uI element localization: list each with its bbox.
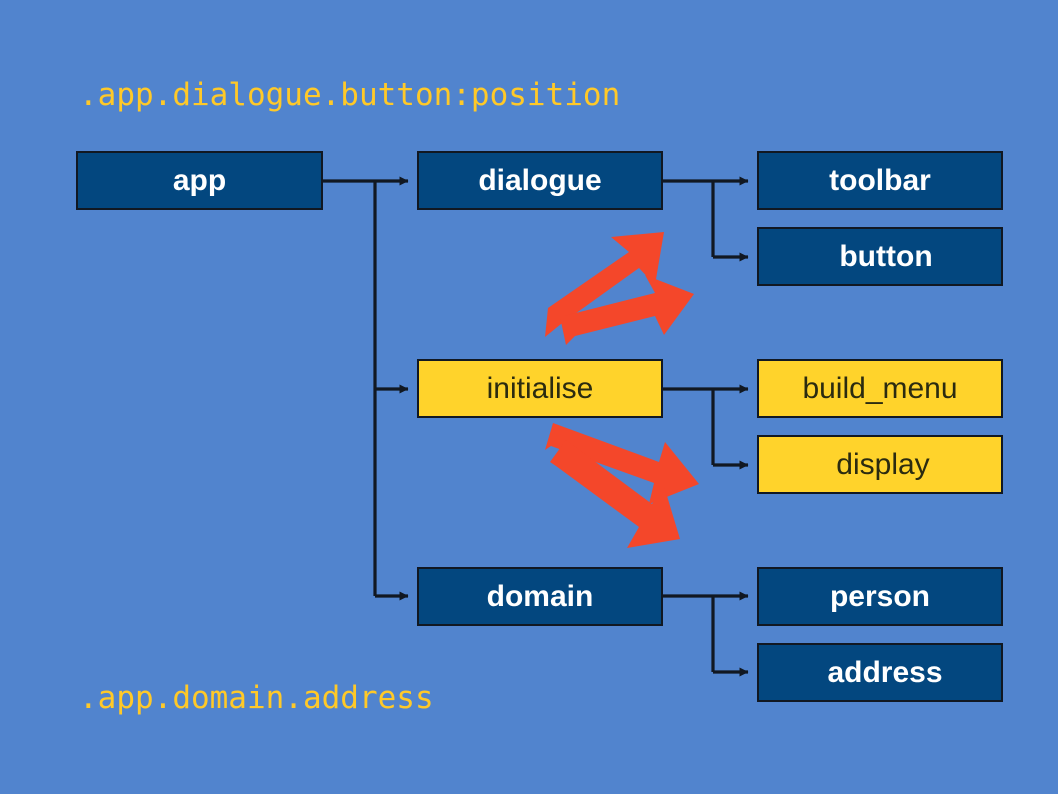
node-domain-label: domain <box>486 579 594 613</box>
node-toolbar-label: toolbar <box>829 163 931 197</box>
node-app[interactable]: app <box>76 151 323 210</box>
slide-canvas: .app.dialogue.button:position .app.domai… <box>0 0 1058 794</box>
lower-double-arrow-icon <box>545 423 699 548</box>
node-display[interactable]: display <box>757 435 1003 494</box>
upper-double-arrow-icon <box>545 232 694 345</box>
node-build-menu[interactable]: build_menu <box>757 359 1003 418</box>
node-build-menu-label: build_menu <box>802 371 958 405</box>
node-app-label: app <box>172 163 227 197</box>
bottom-selector-caption: .app.domain.address <box>79 680 434 716</box>
node-button-label: button <box>839 239 933 273</box>
node-initialise-label: initialise <box>486 371 594 405</box>
node-initialise[interactable]: initialise <box>417 359 663 418</box>
node-domain[interactable]: domain <box>417 567 663 626</box>
node-address[interactable]: address <box>757 643 1003 702</box>
node-display-label: display <box>836 447 930 481</box>
node-person[interactable]: person <box>757 567 1003 626</box>
node-address-label: address <box>827 655 943 689</box>
node-person-label: person <box>829 579 931 613</box>
node-toolbar[interactable]: toolbar <box>757 151 1003 210</box>
top-selector-caption: .app.dialogue.button:position <box>79 77 621 113</box>
node-button[interactable]: button <box>757 227 1003 286</box>
node-dialogue[interactable]: dialogue <box>417 151 663 210</box>
node-dialogue-label: dialogue <box>478 163 602 197</box>
